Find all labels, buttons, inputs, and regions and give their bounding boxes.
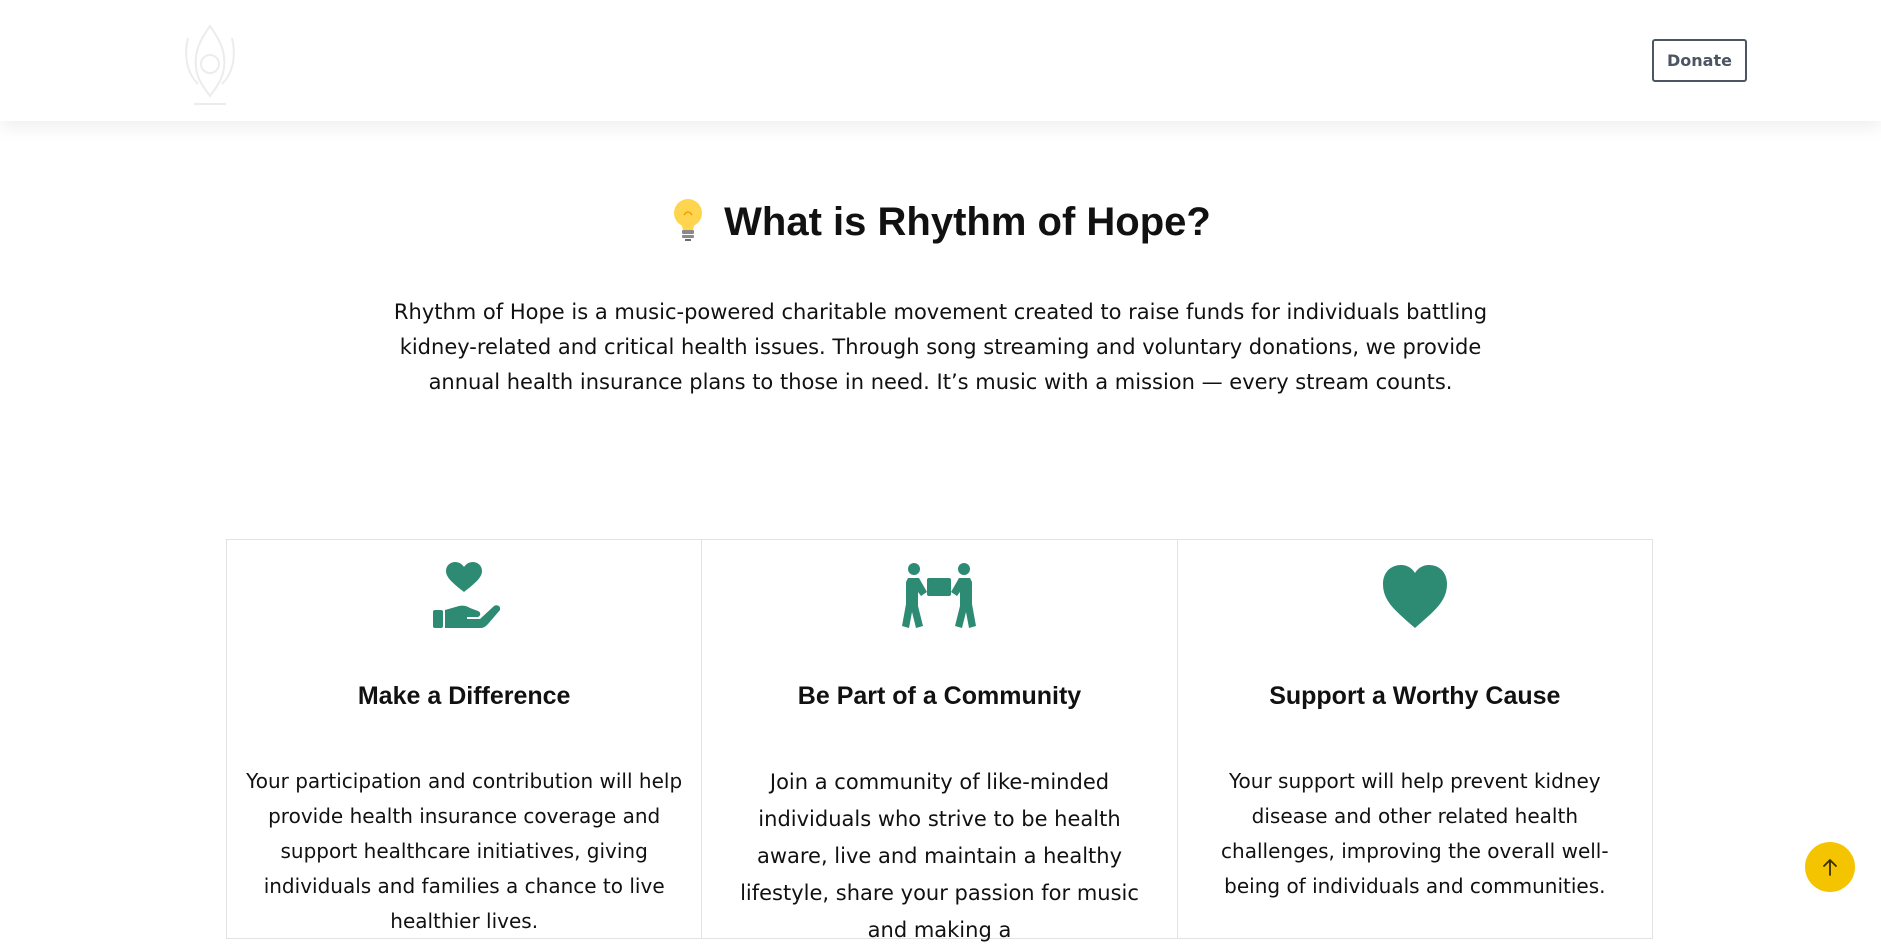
logo[interactable] bbox=[174, 18, 246, 114]
feature-card-worthy-cause: Support a Worthy Cause Your support will… bbox=[1178, 540, 1652, 938]
heart-icon bbox=[1382, 565, 1447, 628]
section-title-text: What is Rhythm of Hope? bbox=[724, 200, 1211, 244]
arrow-up-icon bbox=[1823, 859, 1837, 876]
feature-cards: Make a Difference Your participation and… bbox=[226, 539, 1653, 942]
people-carry-icon bbox=[902, 563, 977, 628]
card-text: Your support will help prevent kidney di… bbox=[1221, 769, 1609, 898]
card-text: Your participation and contribution will… bbox=[246, 769, 683, 933]
card-title: Be Part of a Community bbox=[797, 682, 1082, 710]
feature-card-community: Be Part of a Community Join a community … bbox=[702, 540, 1178, 942]
card-text: Join a community of like-minded individu… bbox=[740, 770, 1139, 942]
intro-description: Rhythm of Hope is a music-powered charit… bbox=[393, 300, 1488, 394]
section-title: What is Rhythm of Hope? bbox=[0, 192, 1881, 252]
lightbulb-icon bbox=[674, 199, 703, 242]
card-title: Make a Difference bbox=[357, 682, 571, 710]
donate-button[interactable]: Donate bbox=[1652, 39, 1747, 82]
card-title: Support a Worthy Cause bbox=[1269, 682, 1561, 710]
site-header: Donate bbox=[0, 0, 1881, 121]
hand-heart-icon bbox=[433, 562, 501, 628]
scroll-to-top-button[interactable] bbox=[1805, 842, 1855, 892]
feature-card-make-a-difference: Make a Difference Your participation and… bbox=[227, 540, 703, 938]
